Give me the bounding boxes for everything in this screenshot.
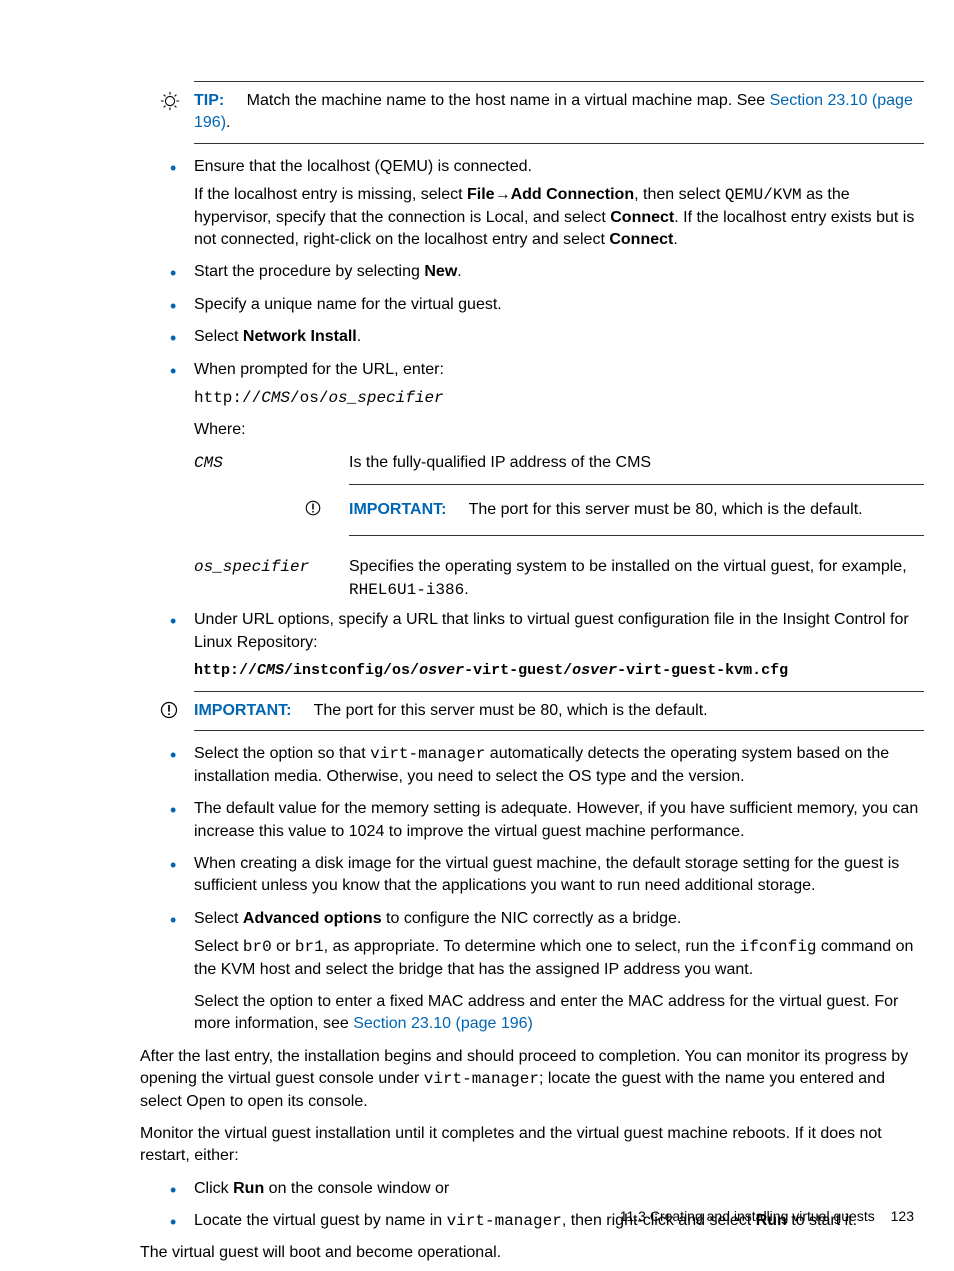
important-text: The port for this server must be 80, whi… <box>469 501 863 518</box>
list-item: When prompted for the URL, enter: http:/… <box>170 359 924 442</box>
list-item: Click Run on the console window or <box>170 1178 924 1200</box>
list-item: Ensure that the localhost (QEMU) is conn… <box>170 156 924 252</box>
list-item: Select Network Install. <box>170 326 924 348</box>
after-p3: The virtual guest will boot and become o… <box>140 1242 924 1264</box>
instruction-list-1b: Under URL options, specify a URL that li… <box>170 609 924 681</box>
list-item: Select the option so that virt-manager a… <box>170 743 924 788</box>
tip-text: Match the machine name to the host name … <box>247 92 770 109</box>
list-item: Under URL options, specify a URL that li… <box>170 609 924 681</box>
important-icon <box>159 700 181 722</box>
page-number: 123 <box>891 1208 914 1224</box>
list-item: Specify a unique name for the virtual gu… <box>170 294 924 316</box>
list-item: Select Advanced options to configure the… <box>170 908 924 1036</box>
def-osspec: os_specifier Specifies the operating sys… <box>194 556 924 601</box>
important-label: IMPORTANT: <box>194 702 291 719</box>
list-item: When creating a disk image for the virtu… <box>170 853 924 898</box>
tip-callout: TIP: Match the machine name to the host … <box>194 81 924 144</box>
ensure-localhost: Ensure that the localhost (QEMU) is conn… <box>194 156 924 178</box>
url-line: http://CMS/os/os_specifier <box>194 387 924 409</box>
localhost-detail: If the localhost entry is missing, selec… <box>194 184 924 251</box>
after-p1: After the last entry, the installation b… <box>140 1046 924 1113</box>
after-p2: Monitor the virtual guest installation u… <box>140 1123 924 1168</box>
important-label: IMPORTANT: <box>349 501 446 518</box>
important-text: The port for this server must be 80, whi… <box>314 702 708 719</box>
url-cfg: http://CMS/instconfig/os/osver-virt-gues… <box>194 660 924 681</box>
list-item: Start the procedure by selecting New. <box>170 261 924 283</box>
important-inline: IMPORTANT: The port for this server must… <box>349 484 924 536</box>
tip-icon <box>159 90 181 112</box>
list-item: The default value for the memory setting… <box>170 798 924 843</box>
tip-label: TIP: <box>194 92 224 109</box>
page-footer: 11.3 Creating and installing virtual gue… <box>620 1207 914 1227</box>
important-callout: IMPORTANT: The port for this server must… <box>194 691 924 731</box>
important-icon <box>304 499 322 517</box>
section-link[interactable]: Section 23.10 (page 196) <box>353 1015 533 1032</box>
instruction-list-2: Select the option so that virt-manager a… <box>170 743 924 1035</box>
instruction-list-1: Ensure that the localhost (QEMU) is conn… <box>170 156 924 442</box>
footer-section: 11.3 Creating and installing virtual gue… <box>620 1208 875 1224</box>
def-cms: CMS Is the fully-qualified IP address of… <box>194 452 924 551</box>
tip-suffix: . <box>226 114 230 131</box>
